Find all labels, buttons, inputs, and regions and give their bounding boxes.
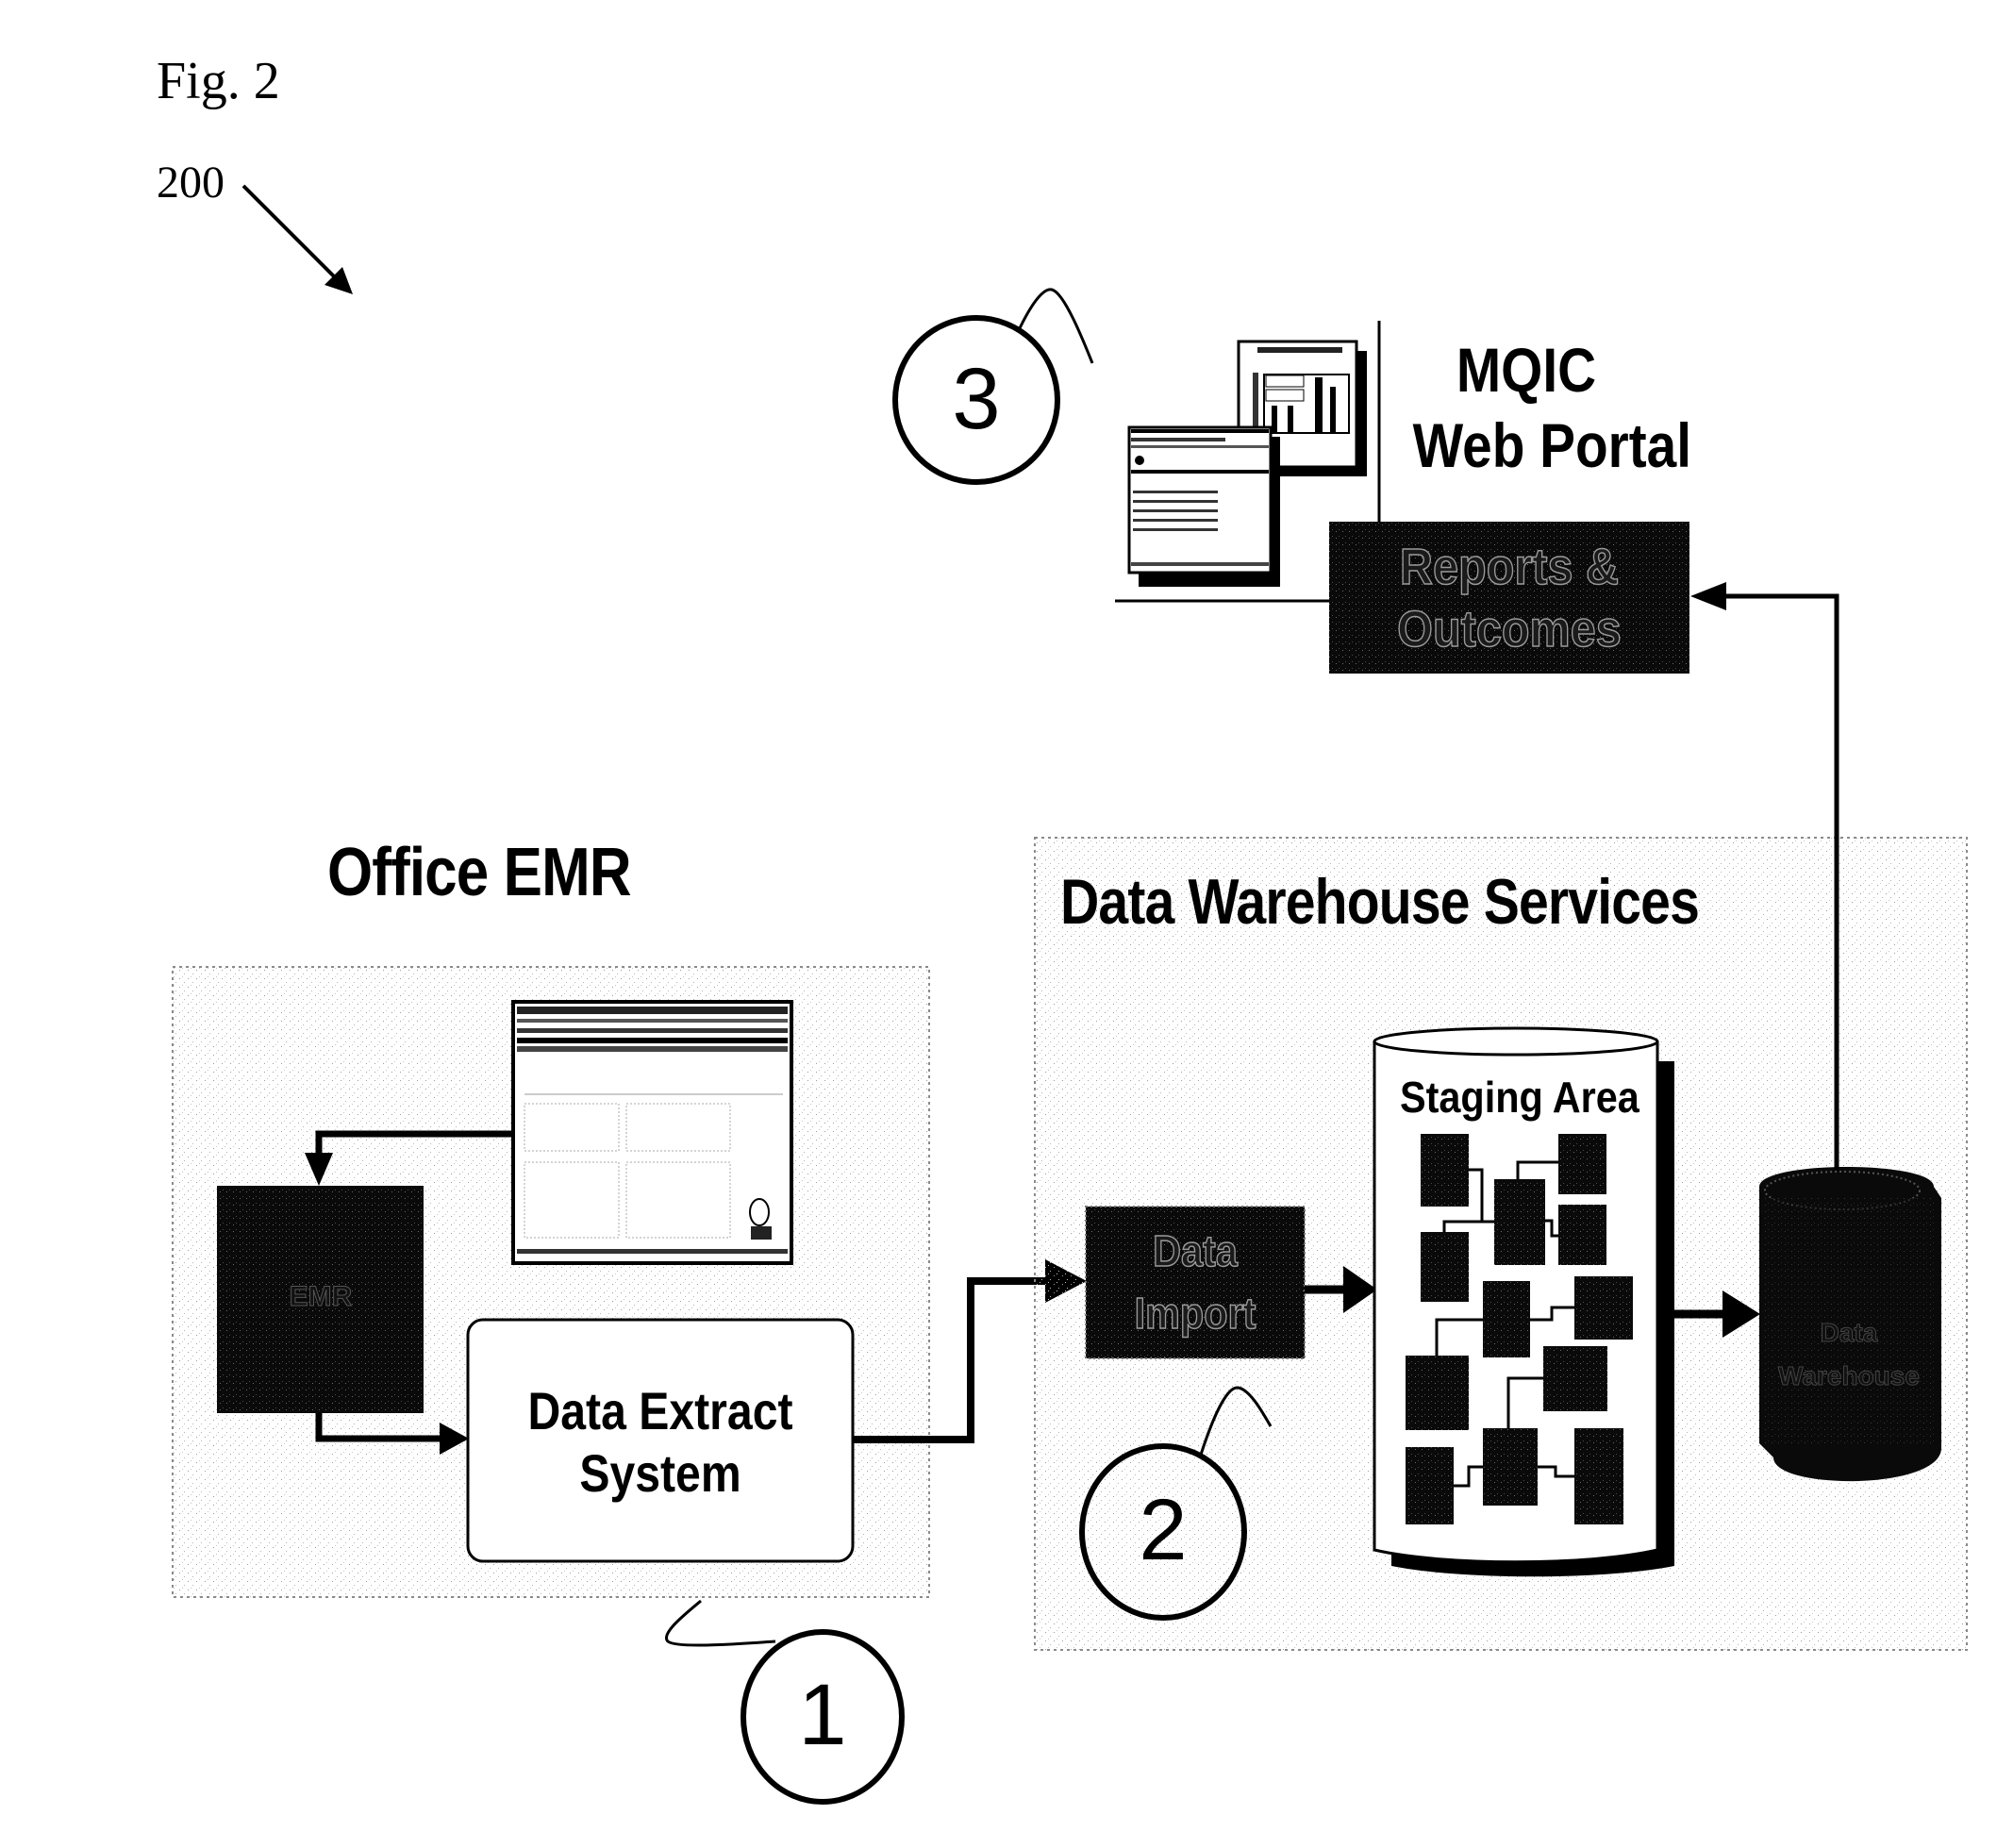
emr-block-label: EMR	[289, 1281, 353, 1312]
figure-title: Fig. 2	[157, 52, 280, 110]
office-emr-heading: Office EMR	[327, 835, 632, 910]
figure-reference-numeral: 200	[157, 158, 225, 208]
staging-table-block	[1494, 1179, 1545, 1265]
patent-figure-canvas: Fig. 2 200 Office EMR Data Warehouse Ser…	[0, 0, 1997, 1843]
callout-1-number: 1	[798, 1667, 847, 1763]
mqic-heading-line1: MQIC	[1456, 335, 1597, 405]
mqic-web-portal-heading: MQIC Web Portal	[1412, 332, 1692, 483]
warehouse-db-label-line2: Warehouse	[1778, 1361, 1921, 1391]
data-import-line2: Import	[1134, 1288, 1256, 1339]
staging-area-label: Staging Area	[1400, 1073, 1639, 1122]
staging-table-block	[1574, 1428, 1623, 1524]
reference-arrow-200	[241, 184, 353, 294]
staging-table-block	[1406, 1447, 1454, 1524]
reports-label-line2: Outcomes	[1396, 600, 1622, 658]
reports-outcomes-label: Reports & Outcomes	[1347, 536, 1672, 660]
staging-table-block	[1483, 1428, 1538, 1506]
data-import-line1: Data	[1152, 1225, 1238, 1276]
data-extract-line1: Data Extract	[527, 1381, 793, 1440]
emr-screenshot-thumbnail	[511, 1000, 793, 1265]
staging-table-block	[1558, 1205, 1606, 1265]
data-import-label: Data Import	[1097, 1220, 1294, 1344]
staging-table-block	[1421, 1232, 1469, 1302]
staging-table-block	[1543, 1346, 1607, 1411]
callout-3-number: 3	[952, 351, 1001, 447]
warehouse-db-label: Data Warehouse	[1769, 1311, 1929, 1398]
staging-table-block	[1421, 1134, 1469, 1207]
data-extract-system-label: Data Extract System	[495, 1380, 826, 1505]
staging-table-block	[1406, 1356, 1469, 1430]
staging-table-block	[1483, 1281, 1530, 1357]
data-warehouse-heading: Data Warehouse Services	[1060, 866, 1700, 938]
staging-table-block	[1558, 1134, 1606, 1194]
warehouse-db-label-line1: Data	[1820, 1318, 1878, 1348]
reports-label-line1: Reports &	[1399, 538, 1620, 596]
staging-table-block	[1574, 1276, 1633, 1340]
portal-report-screenshot	[1127, 425, 1280, 587]
data-extract-line2: System	[579, 1443, 741, 1503]
callout-2-number: 2	[1139, 1482, 1188, 1578]
mqic-heading-line2: Web Portal	[1412, 410, 1692, 480]
